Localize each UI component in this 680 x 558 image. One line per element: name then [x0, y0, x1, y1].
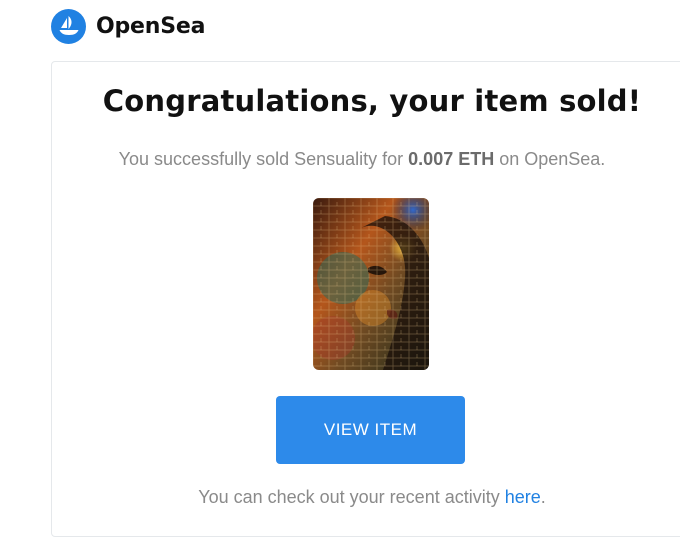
sale-summary: You successfully sold Sensuality for 0.0… [77, 149, 647, 170]
header: OpenSea [51, 8, 205, 44]
footer-text: You can check out your recent activity h… [52, 487, 680, 508]
footer-text-suffix: . [540, 487, 546, 507]
opensea-logo-icon[interactable] [51, 8, 86, 44]
brand-name[interactable]: OpenSea [96, 14, 205, 39]
page-title: Congratulations, your item sold! [102, 84, 642, 118]
sale-summary-prefix: You successfully sold Sensuality for [118, 149, 409, 169]
view-item-button[interactable]: VIEW ITEM [276, 396, 465, 464]
nft-artwork-svg [313, 198, 429, 370]
footer-text-prefix: You can check out your recent activity [198, 487, 505, 507]
sale-summary-suffix: on OpenSea. [494, 149, 606, 169]
nft-item-image[interactable] [313, 198, 429, 370]
sale-amount: 0.007 ETH [408, 149, 495, 169]
recent-activity-link[interactable]: here [505, 487, 541, 507]
email-card: Congratulations, your item sold! You suc… [51, 61, 680, 537]
